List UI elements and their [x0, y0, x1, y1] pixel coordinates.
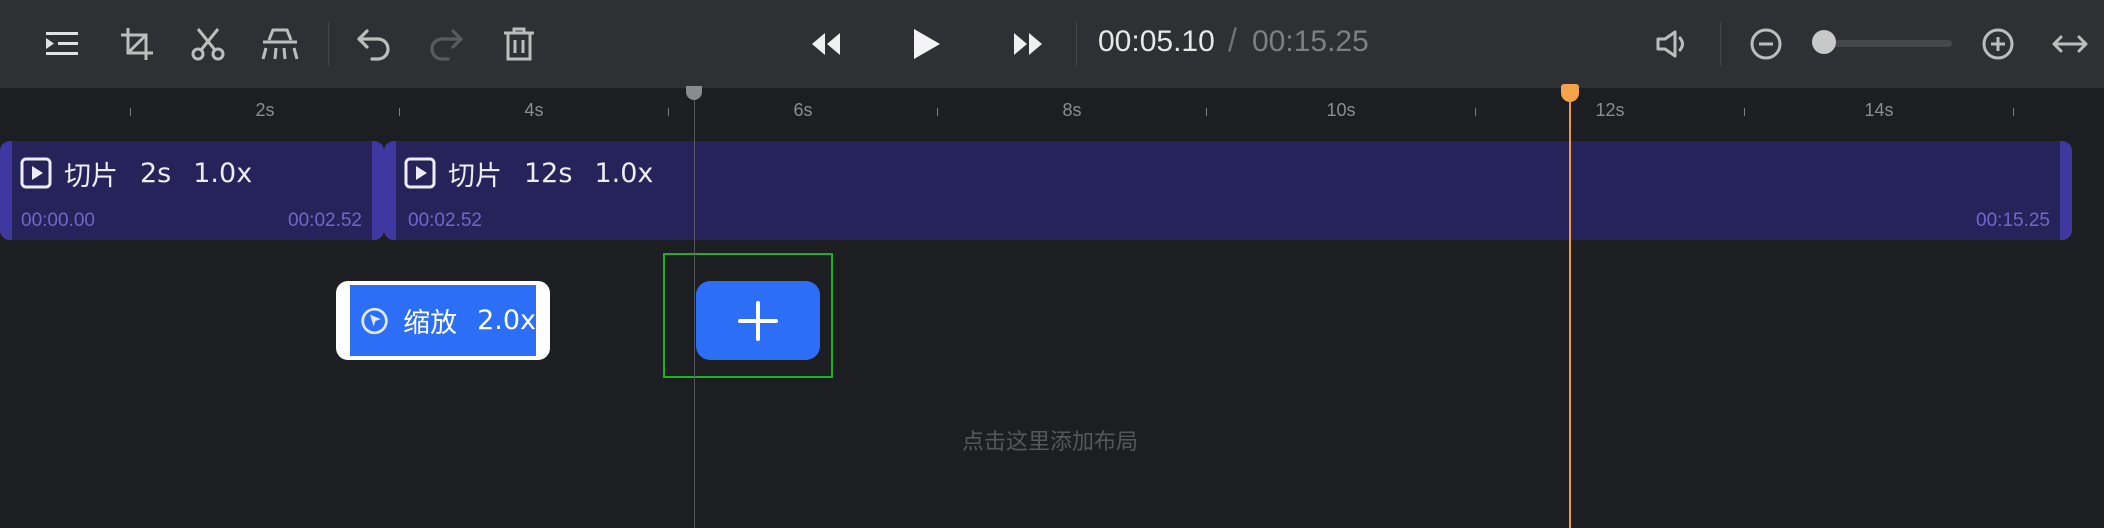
toolbar: 00:05.10 / 00:15.25	[0, 0, 2104, 88]
timeline-ruler[interactable]: 2s 4s 6s 8s 10s 12s 14s	[0, 88, 2104, 138]
fast-forward-icon[interactable]	[1004, 20, 1052, 68]
clip-duration: 12s	[524, 157, 573, 189]
hover-cursor-line	[694, 92, 695, 528]
clip-name: 切片	[448, 160, 502, 192]
clip-start-time: 00:02.52	[408, 210, 482, 231]
add-layout-hint[interactable]: 点击这里添加布局	[962, 424, 1138, 456]
clip-trim-handle-right[interactable]	[372, 141, 384, 240]
current-time: 00:05.10	[1098, 25, 1215, 58]
zoom-clip[interactable]: 缩放 2.0x	[336, 281, 550, 360]
ruler-label: 12s	[1595, 100, 1625, 120]
time-separator: /	[1228, 22, 1237, 58]
ruler-tick	[1744, 108, 1745, 116]
ruler-label: 14s	[1864, 100, 1894, 120]
playhead-line[interactable]	[1569, 92, 1571, 528]
zoom-clip-value: 2.0x	[477, 305, 536, 336]
ruler-tick	[1475, 108, 1476, 116]
ruler-label: 2s	[255, 100, 275, 120]
clip-trim-handle-left[interactable]	[384, 141, 396, 240]
clip-end-time: 00:15.25	[1976, 210, 2050, 231]
video-clip-1[interactable]: 切片 2s 1.0x 00:00.00 00:02.52	[0, 141, 384, 240]
zoom-clip-body[interactable]: 缩放 2.0x	[350, 285, 536, 356]
toolbar-divider	[1076, 22, 1077, 66]
zoom-slider-thumb[interactable]	[1812, 30, 1836, 54]
video-play-icon	[404, 157, 436, 189]
add-zoom-button[interactable]	[696, 281, 820, 360]
clip-name: 切片	[64, 160, 118, 192]
total-time: 00:15.25	[1252, 25, 1369, 58]
ruler-tick	[937, 108, 938, 116]
volume-icon[interactable]	[1648, 20, 1696, 68]
plus-icon	[738, 300, 778, 341]
clip-header: 切片 2s 1.0x	[20, 153, 274, 193]
zoom-in-icon[interactable]	[1974, 20, 2022, 68]
redo-icon[interactable]	[422, 20, 470, 68]
video-play-icon	[20, 157, 52, 189]
undo-icon[interactable]	[350, 20, 398, 68]
ruler-label: 6s	[793, 100, 813, 120]
clip-header: 切片 12s 1.0x	[404, 153, 675, 193]
toolbar-divider	[1720, 22, 1721, 66]
video-clip-2[interactable]: 切片 12s 1.0x 00:02.52 00:15.25	[384, 141, 2072, 240]
clip-start-time: 00:00.00	[21, 210, 95, 231]
toolbar-divider	[328, 22, 329, 66]
cursor-zoom-icon	[361, 307, 388, 334]
zoom-slider-track[interactable]	[1822, 40, 1952, 47]
ruler-tick	[1206, 108, 1207, 116]
ruler-label: 4s	[524, 100, 544, 120]
clip-duration: 2s	[140, 157, 172, 189]
zoom-out-icon[interactable]	[1742, 20, 1790, 68]
ruler-label: 8s	[1062, 100, 1082, 120]
clip-speed: 1.0x	[594, 157, 654, 189]
ruler-label: 10s	[1326, 100, 1356, 120]
clip-speed: 1.0x	[193, 157, 253, 189]
clip-trim-handle-left[interactable]	[0, 141, 12, 240]
ruler-tick	[2013, 108, 2014, 116]
ruler-tick	[399, 108, 400, 116]
ruler-tick	[130, 108, 131, 116]
perspective-icon[interactable]	[256, 20, 304, 68]
zoom-clip-label: 缩放	[403, 308, 458, 339]
fit-width-icon[interactable]	[2046, 20, 2094, 68]
crop-icon[interactable]	[113, 20, 161, 68]
split-list-icon[interactable]	[38, 20, 86, 68]
play-icon[interactable]	[902, 20, 950, 68]
playhead-handle[interactable]	[1561, 84, 1579, 102]
ruler-tick	[668, 108, 669, 116]
clip-end-time: 00:02.52	[288, 210, 362, 231]
rewind-icon[interactable]	[802, 20, 850, 68]
scissors-icon[interactable]	[184, 20, 232, 68]
clip-trim-handle-right[interactable]	[2060, 141, 2072, 240]
trash-icon[interactable]	[495, 20, 543, 68]
